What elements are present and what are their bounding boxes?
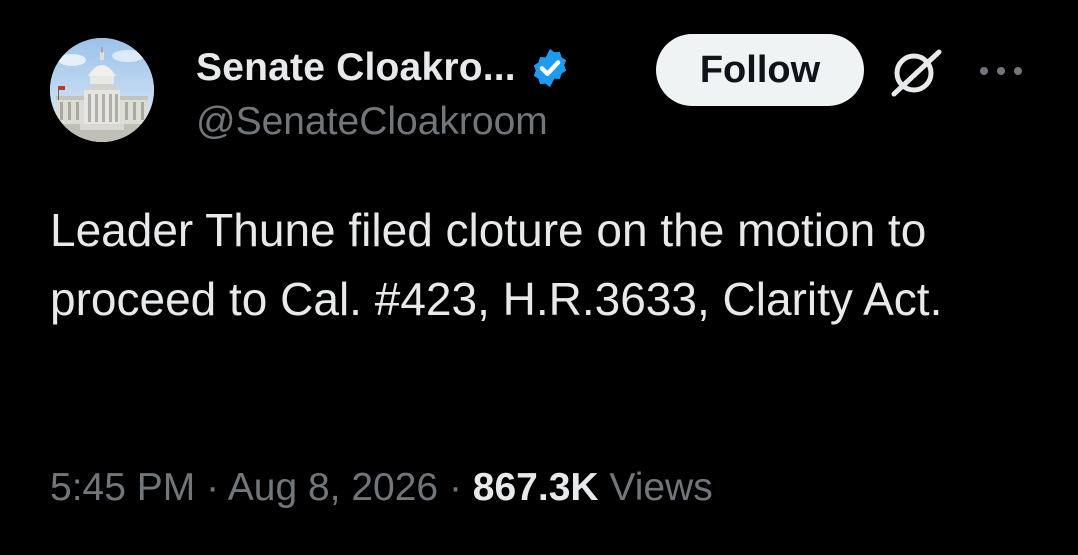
capitol-image: [50, 38, 154, 142]
tweet-time[interactable]: 5:45 PM: [50, 466, 195, 509]
verified-badge-icon: [533, 48, 566, 88]
more-icon[interactable]: [976, 58, 1026, 84]
views-label: Views: [598, 466, 713, 509]
author-name-row: Senate Cloakro...: [196, 40, 572, 96]
meta-separator: ·: [438, 466, 473, 509]
tweet-meta: 5:45 PM · Aug 8, 2026 · 867.3K Views: [50, 466, 713, 510]
author-handle[interactable]: @SenateCloakroom: [196, 100, 548, 144]
tweet-text: Leader Thune filed cloture on the motion…: [50, 204, 943, 325]
meta-separator: ·: [195, 466, 228, 509]
follow-button[interactable]: Follow: [656, 34, 864, 106]
views-count: 867.3K: [472, 466, 599, 509]
author-display-name[interactable]: Senate Cloakro...: [196, 46, 516, 90]
avatar[interactable]: [50, 38, 154, 142]
tweet-date[interactable]: Aug 8, 2026: [228, 466, 438, 509]
grok-icon[interactable]: [884, 46, 946, 98]
